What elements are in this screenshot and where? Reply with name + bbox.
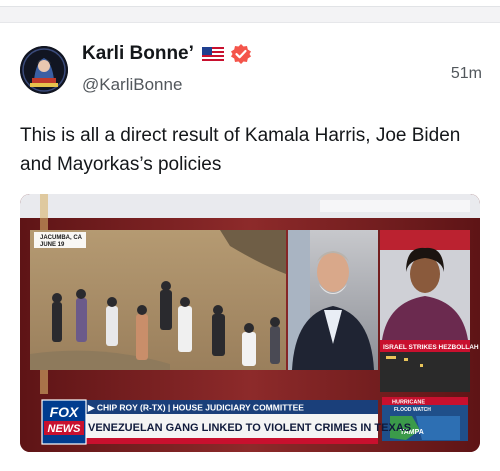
us-flag-icon [201,47,224,61]
verified-badge-icon [230,43,252,65]
author-handle[interactable]: @KarliBonne [82,75,182,95]
avatar[interactable] [20,46,68,94]
weather-sub: FLOOD WATCH [394,407,431,413]
logo-line2: NEWS [48,423,82,435]
headline: VENEZUELAN GANG LINKED TO VIOLENT CRIMES… [88,422,411,434]
logo-line1: FOX [50,404,80,420]
lower-third-name: ▶ CHIP ROY (R-TX) | HOUSE JUDICIARY COMM… [87,403,304,413]
post-timestamp[interactable]: 51m [451,65,482,83]
author-name[interactable]: Karli Bonne’ [82,43,194,65]
post-text: This is all a direct result of Kamala Ha… [20,125,461,175]
post-card[interactable]: Karli Bonne’ @KarliBonne 51m This is all… [0,22,500,471]
side-ticker: ISRAEL STRIKES HEZBOLLAH [383,344,479,351]
fox-news-logo: FOX NEWS [41,399,87,445]
anchor-video [380,230,470,340]
guest-video [288,230,378,370]
weather-label: HURRICANE [392,400,425,406]
location-tag-line1: JACUMBA, CA [40,235,83,241]
location-tag-line2: JUNE 19 [40,242,65,248]
video-thumbnail[interactable]: JACUMBA, CA JUNE 19 ISRAEL STRIKES HEZBO… [20,194,480,452]
previous-post-card [0,0,500,7]
weather-widget: HURRICANE FLOOD WATCH TAMPA [382,397,468,441]
field-video: JACUMBA, CA JUNE 19 [30,230,286,370]
lower-third: ▶ CHIP ROY (R-TX) | HOUSE JUDICIARY COMM… [42,400,411,444]
